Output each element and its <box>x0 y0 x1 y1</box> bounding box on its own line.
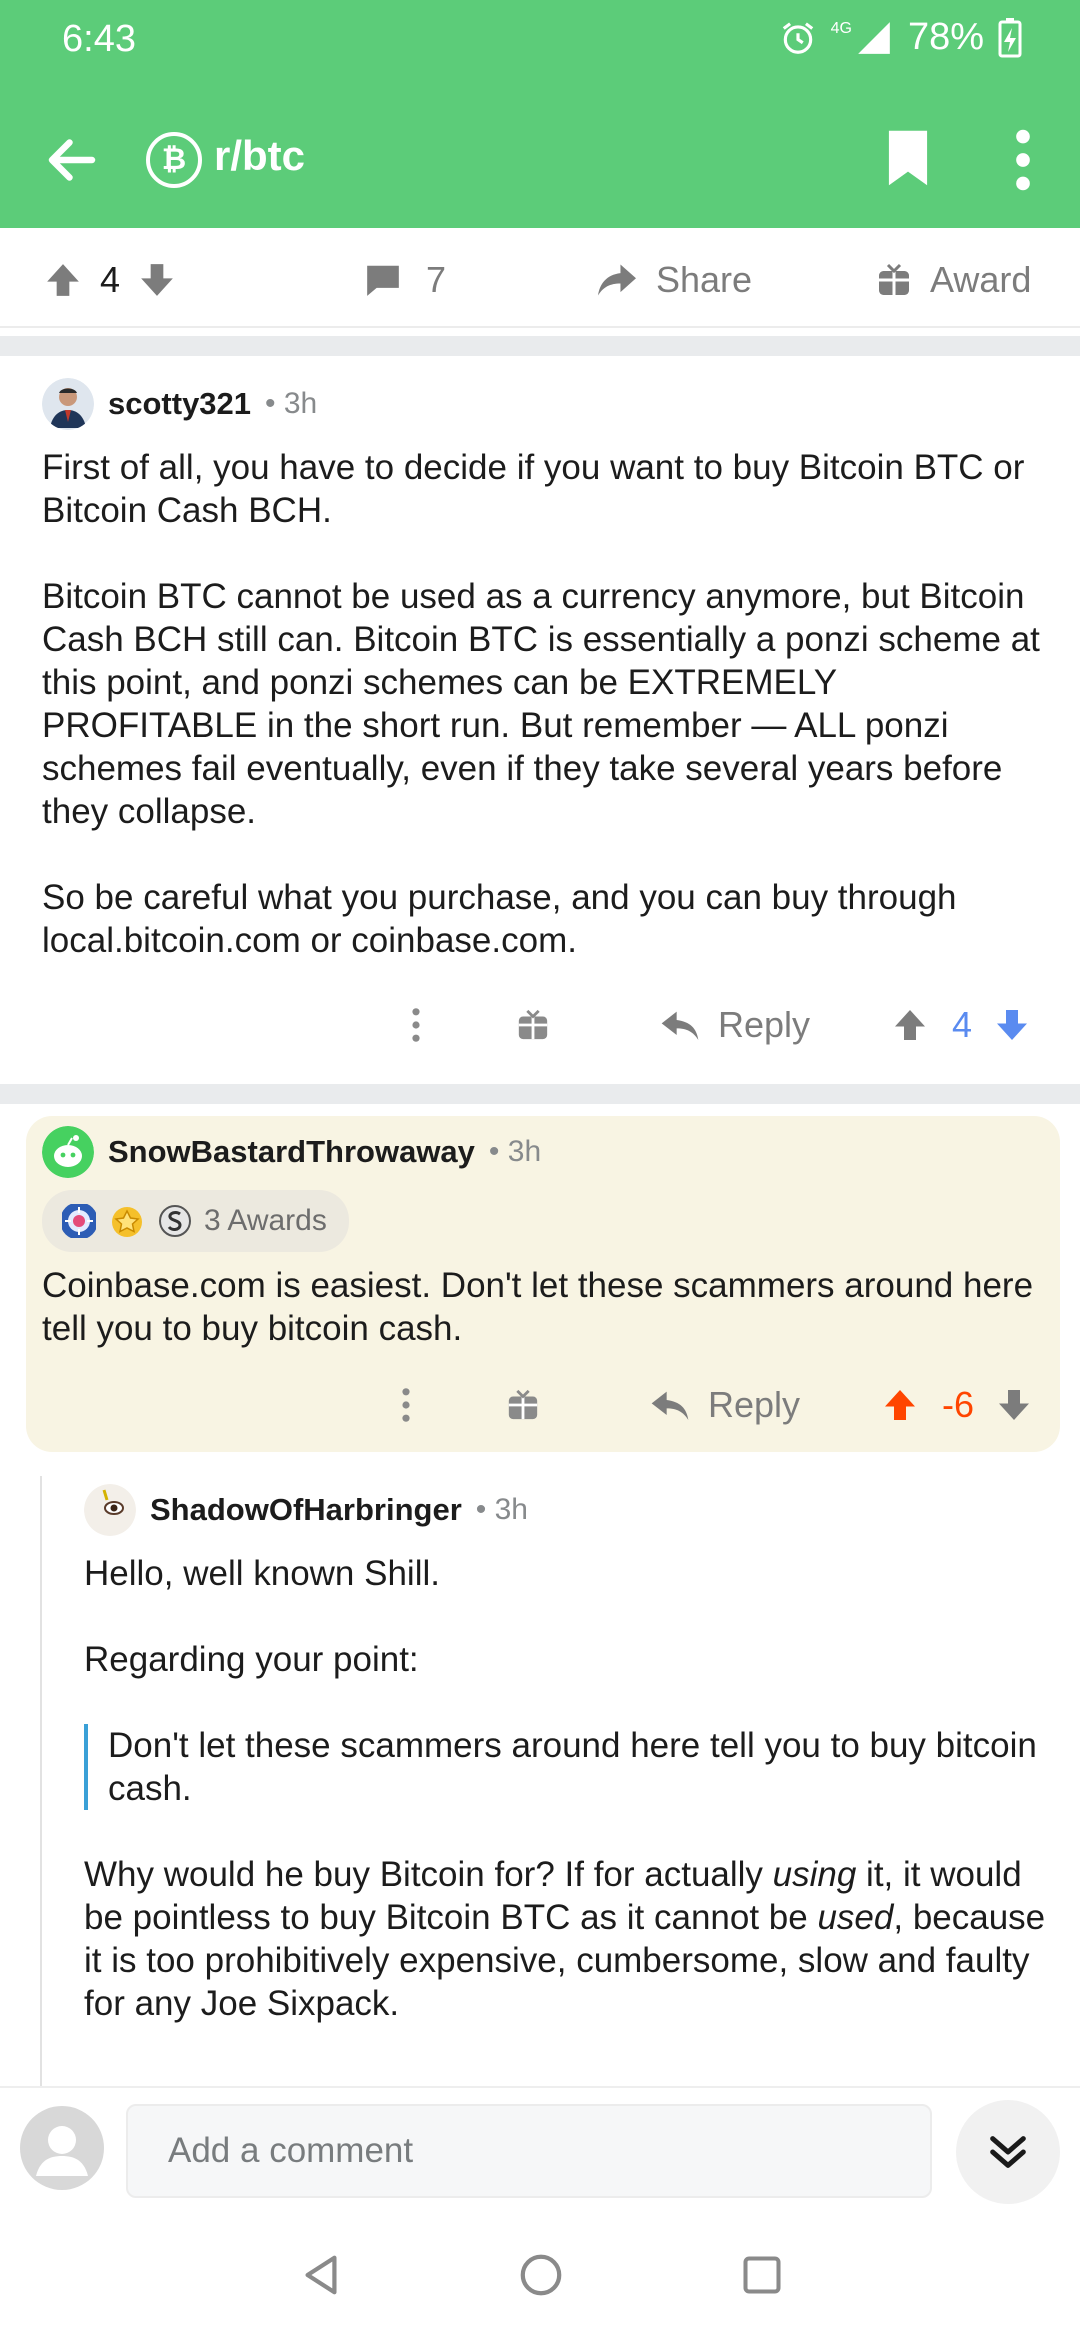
comment-input-placeholder: Add a comment <box>168 2131 414 2170</box>
post-vote-group: 4 <box>44 250 176 310</box>
reply-label: Reply <box>718 1004 811 1045</box>
post-action-bar: 4 7 Share Award <box>0 228 1080 328</box>
comment-input[interactable]: Add a comment <box>126 2104 932 2198</box>
system-nav-bar <box>0 2210 1080 2340</box>
comment-paragraph: Coinbase.com is easiest. Don't let these… <box>42 1266 1034 1348</box>
user-avatar[interactable] <box>42 378 94 430</box>
upvote-icon[interactable] <box>882 1387 918 1423</box>
gift-icon <box>879 263 909 295</box>
comment-paragraph: Bitcoin BTC cannot be used as a currency… <box>42 577 1040 831</box>
emphasis-text: using <box>772 1855 857 1894</box>
share-icon <box>598 264 636 296</box>
alarm-icon <box>782 21 813 54</box>
comment-time-value: 3h <box>494 1493 528 1526</box>
bookmark-icon[interactable] <box>886 128 930 188</box>
reply-icon <box>661 1011 699 1040</box>
award-label: Award <box>930 259 1032 300</box>
snoo-avatar-icon[interactable] <box>42 1126 94 1178</box>
comment-shadowofharbringer: ShadowOfHarbringer • 3h Hello, well know… <box>84 1484 1054 2025</box>
more-vertical-icon[interactable] <box>1008 128 1038 192</box>
comment-body: Coinbase.com is easiest. Don't let these… <box>42 1264 1042 1350</box>
comment-paragraph: Hello, well known Shill. <box>84 1554 440 1593</box>
comment-body: Hello, well known Shill. Regarding your … <box>84 1552 1054 2025</box>
comment-paragraph: Regarding your point: <box>84 1640 419 1679</box>
battery-charging-icon <box>998 17 1022 57</box>
comment-time: • 3h <box>488 1135 542 1168</box>
reply-button[interactable]: Reply <box>650 1384 800 1426</box>
gold-award-icon <box>112 1207 142 1237</box>
post-score: 4 <box>100 259 121 300</box>
downvote-icon[interactable] <box>138 261 176 299</box>
quote-text: Don't let these scammers around here tel… <box>108 1726 1037 1808</box>
upvote-icon[interactable] <box>892 1007 928 1043</box>
comment-composer-bar: Add a comment <box>0 2086 1080 2210</box>
comment-body: First of all, you have to decide if you … <box>42 446 1052 962</box>
comment-score: -6 <box>942 1384 975 1425</box>
jump-to-bottom-button[interactable] <box>956 2100 1060 2204</box>
upvote-icon[interactable] <box>44 261 82 299</box>
more-vertical-icon[interactable] <box>400 1387 412 1423</box>
nav-recents-icon[interactable] <box>740 2253 784 2297</box>
awards-count: 3 Awards <box>204 1204 327 1237</box>
comment-text-part: Why would he buy Bitcoin for? If for act… <box>84 1855 773 1894</box>
user-avatar[interactable] <box>84 1484 136 1536</box>
section-divider <box>0 1084 1080 1104</box>
toolbar: ₿ r/btc <box>0 110 1080 210</box>
downvote-icon[interactable] <box>996 1387 1032 1423</box>
comment-paragraph: Why would he buy Bitcoin for? If for act… <box>84 1853 1054 2025</box>
comment-time-value: 3h <box>507 1135 542 1168</box>
nav-home-icon[interactable] <box>518 2252 564 2298</box>
gift-icon[interactable] <box>506 1388 540 1422</box>
award-button[interactable]: Award <box>876 250 1031 310</box>
awards-pill[interactable]: 3 Awards <box>42 1190 349 1252</box>
reply-label: Reply <box>708 1384 801 1425</box>
comment-actions: Reply -6 <box>400 1384 1032 1426</box>
share-label: Share <box>656 259 753 300</box>
share-button[interactable]: Share <box>596 250 752 310</box>
comment-actions: Reply 4 <box>410 1004 1030 1046</box>
status-time: 6:43 <box>62 18 136 60</box>
network-type: 4G <box>830 19 852 37</box>
wholesome-award-icon <box>62 1204 96 1238</box>
reply-icon <box>651 1391 689 1420</box>
comment-paragraph: First of all, you have to decide if you … <box>42 448 1025 530</box>
comment-username[interactable]: SnowBastardThrowaway <box>108 1134 475 1170</box>
blockquote: Don't let these scammers around here tel… <box>84 1724 1054 1810</box>
comment-username[interactable]: ShadowOfHarbringer <box>150 1492 462 1528</box>
comment-header: ShadowOfHarbringer • 3h <box>84 1484 1054 1536</box>
comment-time: • 3h <box>265 387 318 420</box>
gift-icon[interactable] <box>516 1008 550 1042</box>
status-icons: 4G 78% <box>779 16 1022 59</box>
comment-icon <box>367 265 399 296</box>
back-arrow-icon[interactable] <box>42 130 102 190</box>
user-avatar-placeholder-icon[interactable] <box>20 2106 104 2190</box>
more-vertical-icon[interactable] <box>410 1007 422 1043</box>
bitcoin-icon[interactable]: ₿ <box>146 132 202 188</box>
battery-percent: 78% <box>907 16 984 58</box>
comment-header: SnowBastardThrowaway • 3h <box>42 1126 1042 1178</box>
comment-scotty321: scotty321 • 3h First of all, you have to… <box>42 378 1052 962</box>
comment-time: • 3h <box>475 1493 528 1526</box>
comment-count: 7 <box>426 259 447 300</box>
comment-time-value: 3h <box>283 387 318 420</box>
signal-icon <box>858 21 890 54</box>
thread-line <box>40 1476 42 2086</box>
section-divider <box>0 336 1080 356</box>
comment-score: 4 <box>952 1004 973 1045</box>
comments-button[interactable]: 7 <box>364 250 446 310</box>
double-chevron-down-icon <box>990 2136 1026 2168</box>
comment-header: scotty321 • 3h <box>42 378 1052 430</box>
emphasis-text: used <box>817 1898 894 1937</box>
status-bar: 6:43 4G 78% <box>0 0 1080 80</box>
comment-paragraph: So be careful what you purchase, and you… <box>42 878 957 960</box>
comment-username[interactable]: scotty321 <box>108 386 251 422</box>
silver-award-icon <box>159 1205 191 1237</box>
reply-button[interactable]: Reply <box>660 1004 810 1046</box>
downvote-icon[interactable] <box>994 1007 1030 1043</box>
app-header: 6:43 4G 78% ₿ r/btc <box>0 0 1080 228</box>
nav-back-icon[interactable] <box>298 2252 344 2298</box>
subreddit-name[interactable]: r/btc <box>214 132 305 180</box>
